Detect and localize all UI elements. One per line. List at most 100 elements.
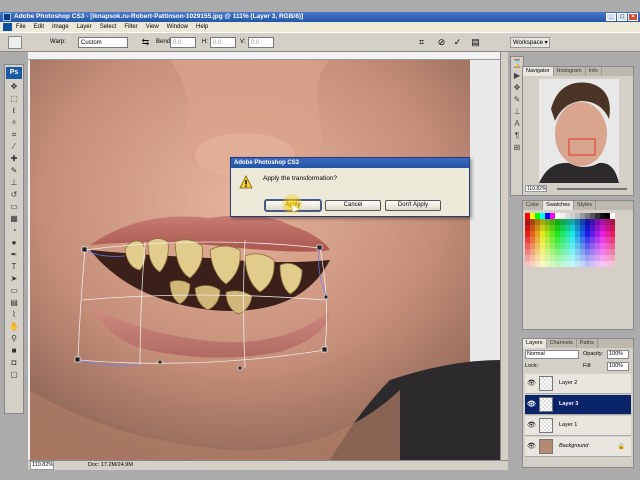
crop-tool-icon[interactable]: ⌗ (8, 129, 20, 140)
menu-window[interactable]: Window (167, 24, 188, 30)
navigator-zoom-slider[interactable] (557, 188, 627, 190)
menu-help[interactable]: Help (196, 24, 208, 30)
vertical-scrollbar[interactable] (500, 52, 508, 460)
title-bar: Adobe Photoshop CS3 - [iknapsok.ru-Rober… (0, 12, 640, 22)
color-swatch-icon[interactable]: ■ (8, 345, 20, 356)
shape-tool-icon[interactable]: ▭ (8, 285, 20, 296)
menu-file[interactable]: File (16, 24, 26, 30)
bend-field[interactable]: 0.0 (170, 37, 196, 48)
commit-transform-icon[interactable]: ✓ (452, 37, 463, 48)
tab-channels[interactable]: Channels (547, 339, 577, 348)
tab-histogram[interactable]: Histogram (554, 67, 586, 76)
layer-row[interactable]: 👁 Layer 1 (525, 416, 631, 436)
blend-row: Normal Opacity: 100% (525, 350, 631, 360)
layer-row-background[interactable]: 👁 Background 🔒 (525, 437, 631, 457)
visibility-eye-icon[interactable]: 👁 (527, 401, 536, 409)
info-icon[interactable]: ⊞ (512, 143, 522, 153)
transform-tool-icon[interactable] (8, 36, 22, 49)
tab-navigator[interactable]: Navigator (523, 67, 554, 76)
character-icon[interactable]: A (512, 119, 522, 129)
tab-info[interactable]: Info (586, 67, 602, 76)
clone-source-icon[interactable]: ⊥ (512, 107, 522, 117)
warp-orientation-icon[interactable]: ⇆ (140, 37, 151, 48)
opacity-field[interactable]: 100% (607, 350, 629, 359)
warp-style-select[interactable]: Custom (78, 37, 128, 48)
visibility-eye-icon[interactable]: 👁 (527, 443, 536, 451)
history-brush-icon[interactable]: ↺ (8, 189, 20, 200)
tab-paths[interactable]: Paths (577, 339, 598, 348)
window-controls: _ □ × (606, 13, 638, 21)
navigator-zoom[interactable]: 110.82% (525, 185, 547, 192)
tab-styles[interactable]: Styles (574, 201, 596, 210)
screen-mode-icon[interactable]: ▢ (8, 369, 20, 380)
hand-tool-icon[interactable]: ✋ (8, 321, 20, 332)
lock-label: Lock: (525, 363, 539, 369)
warning-icon (239, 175, 253, 189)
fill-field[interactable]: 100% (607, 362, 629, 371)
actions-icon[interactable]: ▶ (512, 71, 522, 81)
zoom-tool-icon[interactable]: ⚲ (8, 333, 20, 344)
dont-apply-button[interactable]: Don't Apply (385, 200, 441, 211)
layers-panel: Layers Channels Paths Normal Opacity: 10… (522, 338, 634, 468)
cancel-button[interactable]: Cancel (325, 200, 381, 211)
zoom-readout[interactable]: 110.82% (30, 461, 54, 470)
ps-menu-icon[interactable] (3, 23, 12, 31)
menu-view[interactable]: View (146, 24, 159, 30)
visibility-eye-icon[interactable]: 👁 (527, 422, 536, 430)
blend-mode-select[interactable]: Normal (525, 350, 579, 359)
tool-presets-icon[interactable]: ✥ (512, 83, 522, 93)
magic-wand-tool-icon[interactable]: ✧ (8, 117, 20, 128)
layer-row[interactable]: 👁 Layer 2 (525, 374, 631, 394)
dodge-tool-icon[interactable]: ● (8, 237, 20, 248)
marquee-tool-icon[interactable]: ⬚ (8, 93, 20, 104)
layer-row-selected[interactable]: 👁 Layer 3 (525, 395, 631, 415)
stamp-tool-icon[interactable]: ⊥ (8, 177, 20, 188)
paragraph-icon[interactable]: ¶ (512, 131, 522, 141)
menu-select[interactable]: Select (100, 24, 117, 30)
eraser-tool-icon[interactable]: ▭ (8, 201, 20, 212)
swatch[interactable] (610, 261, 615, 267)
gradient-tool-icon[interactable]: ▦ (8, 213, 20, 224)
healing-tool-icon[interactable]: ✚ (8, 153, 20, 164)
pen-tool-icon[interactable]: ✒ (8, 249, 20, 260)
menu-image[interactable]: Image (52, 24, 69, 30)
notes-tool-icon[interactable]: ▤ (8, 297, 20, 308)
menu-filter[interactable]: Filter (124, 24, 137, 30)
quick-mask-icon[interactable]: ◘ (8, 357, 20, 368)
eyedropper-tool-icon[interactable]: ⌇ (8, 309, 20, 320)
visibility-eye-icon[interactable]: 👁 (527, 380, 536, 388)
history-icon[interactable]: ⌛ (512, 59, 522, 69)
menu-layer[interactable]: Layer (77, 24, 92, 30)
path-select-icon[interactable]: ➤ (8, 273, 20, 284)
brush-tool-icon[interactable]: ✎ (8, 165, 20, 176)
warp-label: Warp: (50, 39, 66, 45)
ps-logo: Ps (6, 67, 22, 79)
close-icon[interactable]: × (628, 13, 638, 21)
slice-tool-icon[interactable]: ⁄ (8, 141, 20, 152)
layer-name: Layer 1 (559, 422, 578, 428)
minimize-icon[interactable]: _ (606, 13, 616, 21)
workspace-menu[interactable]: Workspace ▾ (510, 37, 550, 48)
cancel-transform-icon[interactable]: ⊘ (436, 37, 447, 48)
brushes-icon[interactable]: ✎ (512, 95, 522, 105)
maximize-icon[interactable]: □ (617, 13, 627, 21)
move-tool-icon[interactable]: ✥ (8, 81, 20, 92)
layer-name: Background (559, 443, 589, 449)
tab-swatches[interactable]: Swatches (543, 201, 575, 210)
type-tool-icon[interactable]: T (8, 261, 20, 272)
toggle-warp-icon[interactable]: ⌗ (416, 37, 427, 48)
lasso-tool-icon[interactable]: ℓ (8, 105, 20, 116)
tools-panel: Ps ✥ ⬚ ℓ ✧ ⌗ ⁄ ✚ ✎ ⊥ ↺ ▭ ▦ ◔ ● ✒ T ➤ ▭ ▤… (4, 64, 24, 414)
menu-edit[interactable]: Edit (34, 24, 44, 30)
options-bar: Warp: Custom ⇆ Bend: 0.0 H: 0.0 V: 0.0 ⌗… (0, 32, 640, 52)
v-field[interactable]: 0.0 (248, 37, 274, 48)
swatch-grid[interactable] (525, 213, 615, 267)
blur-tool-icon[interactable]: ◔ (8, 225, 20, 236)
document-canvas[interactable] (30, 60, 500, 460)
palette-well-icon[interactable]: ▤ (470, 37, 481, 48)
tab-color[interactable]: Color (523, 201, 544, 210)
h-field[interactable]: 0.0 (210, 37, 236, 48)
navigator-thumbnail[interactable] (539, 79, 619, 183)
opacity-label: Opacity: (583, 351, 604, 357)
tab-layers[interactable]: Layers (523, 339, 547, 348)
